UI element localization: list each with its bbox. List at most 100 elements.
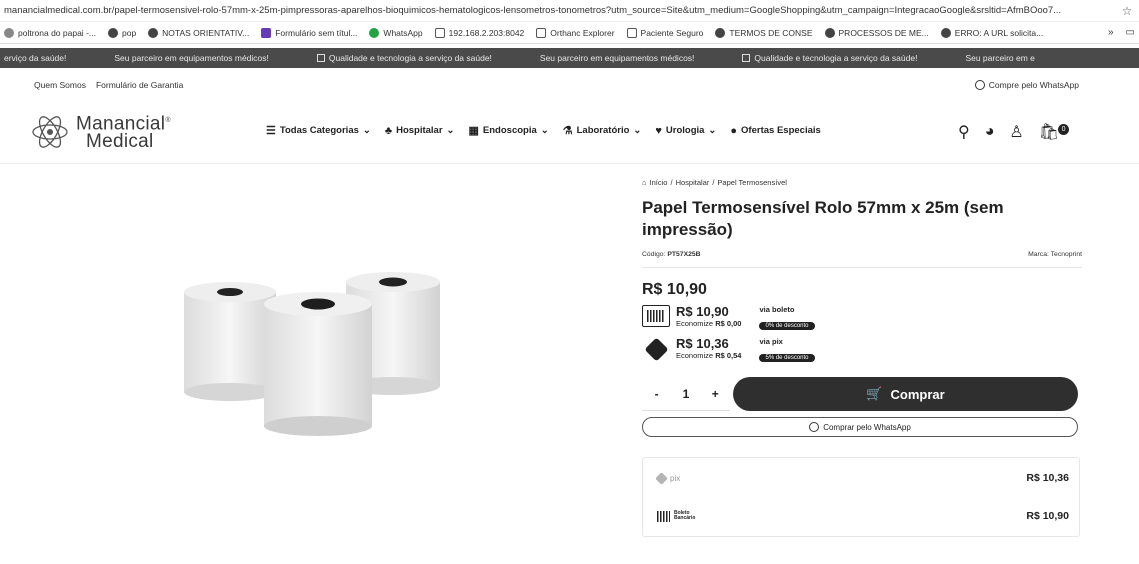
bookmark-item[interactable]: 192.168.2.203:8042 bbox=[434, 27, 524, 38]
whatsapp-buy-button[interactable]: Comprar pelo WhatsApp bbox=[642, 417, 1078, 437]
product-price: R$ 10,90 bbox=[642, 281, 707, 298]
bookmark-item[interactable]: PROCESSOS DE ME... bbox=[824, 27, 929, 38]
bookmark-item[interactable]: Formulário sem títul... bbox=[261, 27, 357, 38]
forms-icon bbox=[261, 27, 272, 38]
bookmarks-bar: poltrona do papai -... pop NOTAS ORIENTA… bbox=[0, 22, 1139, 44]
marquee-item: erviço da saúde! bbox=[4, 53, 67, 63]
server-icon bbox=[536, 27, 547, 38]
summary-row-pix: pix R$ 10,36 bbox=[655, 468, 1069, 488]
product-details: ⌂ Início / Hospitalar / Papel Termosensíve… bbox=[642, 176, 1082, 537]
payment-value: R$ 10,90 bbox=[676, 304, 729, 319]
nav-endoscopia[interactable]: ▦ Endoscopia ⌄ bbox=[469, 124, 549, 137]
bookmark-item[interactable]: pop bbox=[107, 27, 136, 38]
marquee-item: Qualidade e tecnologia a serviço da saúd… bbox=[316, 53, 492, 63]
chevron-down-icon: ⌄ bbox=[446, 125, 455, 136]
bookmark-item[interactable]: ERRO: A URL solicita... bbox=[940, 27, 1043, 38]
url-text[interactable]: manancialmedical.com.br/papel-termosensi… bbox=[4, 5, 1119, 16]
warranty-link[interactable]: Formulário de Garantia bbox=[96, 80, 183, 90]
site-header: Manancial® Medical ☰ Todas Categorias ⌄ ♣ H… bbox=[0, 108, 1139, 156]
header-divider bbox=[0, 163, 1139, 164]
breadcrumb-item[interactable]: Hospitalar bbox=[676, 178, 710, 187]
nav-urologia[interactable]: ♥ Urologia ⌄ bbox=[655, 125, 716, 137]
discount-badge: 0% de desconto bbox=[759, 322, 815, 330]
logo-line2: Medical bbox=[86, 131, 154, 153]
nav-all-categories[interactable]: ☰ Todas Categorias ⌄ bbox=[266, 124, 371, 137]
check-icon bbox=[742, 54, 751, 62]
cart-count: 0 bbox=[1058, 124, 1070, 135]
discount-badge: 5% de desconto bbox=[759, 354, 815, 362]
pix-icon bbox=[642, 336, 670, 362]
top-links: Quem Somos Formulário de Garantia Compre… bbox=[0, 80, 1139, 96]
divider bbox=[642, 267, 1082, 268]
pix-icon bbox=[655, 471, 668, 485]
cart-icon: 🛒 bbox=[866, 386, 883, 401]
bookmark-item[interactable]: poltrona do papai -... bbox=[4, 27, 96, 38]
whatsapp-icon bbox=[809, 422, 820, 432]
payment-summary: pix R$ 10,36 Boleto Bancário R$ 10,90 bbox=[642, 457, 1080, 537]
bookmark-item[interactable]: Orthanc Explorer bbox=[536, 27, 615, 38]
breadcrumb-item[interactable]: Início bbox=[650, 178, 668, 187]
search-icon[interactable]: ⚲ bbox=[958, 122, 970, 142]
payment-method: via pix bbox=[759, 337, 783, 346]
product-title: Papel Termosensível Rolo 57mm x 25m (sem… bbox=[642, 198, 1004, 239]
barcode-icon bbox=[657, 510, 670, 522]
summary-row-boleto: Boleto Bancário R$ 10,90 bbox=[657, 506, 1069, 526]
microscope-icon: ⚗ bbox=[562, 125, 573, 137]
server-icon bbox=[626, 27, 637, 38]
nav-ofertas[interactable]: ● Ofertas Especiais bbox=[730, 125, 820, 137]
menu-icon: ☰ bbox=[266, 125, 276, 137]
whatsapp-buy-link[interactable]: Compre pelo WhatsApp bbox=[974, 80, 1079, 90]
more-bookmarks-icon[interactable]: » bbox=[1108, 27, 1114, 38]
marquee-item: Seu parceiro em equipamentos médicos! bbox=[539, 53, 695, 63]
cart-icon[interactable]: 🛍 0 bbox=[1039, 122, 1070, 142]
main-nav: ☰ Todas Categorias ⌄ ♣ Hospitalar ⌄ ▦ Endosco… bbox=[266, 124, 821, 138]
bookmark-item[interactable]: NOTAS ORIENTATIV... bbox=[148, 27, 249, 38]
summary-value: R$ 10,90 bbox=[1026, 510, 1069, 522]
barcode-icon bbox=[642, 305, 670, 327]
globe-icon bbox=[107, 27, 118, 38]
product-image bbox=[184, 272, 440, 436]
buy-button[interactable]: 🛒 Comprar bbox=[733, 377, 1078, 411]
chevron-down-icon: ⌄ bbox=[633, 125, 642, 136]
logo[interactable]: Manancial® Medical bbox=[30, 112, 171, 151]
bookmark-item[interactable]: TERMOS DE CONSE bbox=[715, 27, 813, 38]
star-icon[interactable]: ☆ bbox=[1119, 4, 1135, 18]
whatsapp-icon bbox=[369, 27, 380, 38]
summary-value: R$ 10,36 bbox=[1026, 472, 1069, 484]
server-icon bbox=[434, 27, 445, 38]
endoscope-icon: ▦ bbox=[468, 125, 479, 137]
user-icon[interactable]: ♙ bbox=[1009, 122, 1023, 142]
globe-icon bbox=[824, 27, 835, 38]
support-icon[interactable]: ◕ bbox=[985, 123, 995, 141]
marquee-item: Seu parceiro em e bbox=[965, 53, 1035, 63]
product-code: Código: PT57X25B bbox=[642, 251, 701, 258]
qty-minus-button[interactable]: - bbox=[647, 387, 667, 401]
product-brand: Marca: Tecnoprint bbox=[1028, 251, 1082, 258]
globe-icon bbox=[940, 27, 951, 38]
address-bar[interactable]: manancialmedical.com.br/papel-termosensi… bbox=[0, 0, 1139, 22]
hospital-icon: ♣ bbox=[384, 124, 393, 137]
chevron-down-icon: ⌄ bbox=[708, 125, 717, 136]
qty-plus-button[interactable]: + bbox=[705, 387, 725, 401]
payment-value: R$ 10,36 bbox=[676, 336, 729, 351]
nav-laboratorio[interactable]: ⚗ Laboratório ⌄ bbox=[563, 124, 642, 137]
check-icon bbox=[316, 54, 325, 62]
globe-icon bbox=[715, 27, 726, 38]
payment-method: via boleto bbox=[759, 305, 795, 314]
globe-icon bbox=[148, 27, 159, 38]
folder-icon[interactable]: ▭ bbox=[1126, 27, 1135, 38]
urology-icon: ♥ bbox=[655, 124, 662, 137]
breadcrumb: ⌂ Início / Hospitalar / Papel Termosensíve… bbox=[642, 177, 787, 187]
bookmark-item[interactable]: WhatsApp bbox=[369, 27, 423, 38]
offer-icon: ● bbox=[730, 124, 738, 137]
breadcrumb-item[interactable]: Papel Termosensível bbox=[717, 178, 786, 187]
home-icon: ⌂ bbox=[642, 177, 647, 187]
marquee-item: Qualidade e tecnologia a serviço da saúd… bbox=[742, 53, 917, 63]
qty-value[interactable]: 1 bbox=[676, 387, 696, 401]
atom-logo-icon bbox=[32, 115, 68, 148]
bookmark-item[interactable]: Paciente Seguro bbox=[626, 27, 703, 38]
nav-hospitalar[interactable]: ♣ Hospitalar ⌄ bbox=[385, 125, 455, 137]
quantity-stepper[interactable]: - 1 + bbox=[642, 377, 730, 411]
about-link[interactable]: Quem Somos bbox=[34, 80, 86, 90]
payment-pix: R$ 10,36 Economize R$ 0,54 via pix 5% de… bbox=[642, 336, 1082, 365]
